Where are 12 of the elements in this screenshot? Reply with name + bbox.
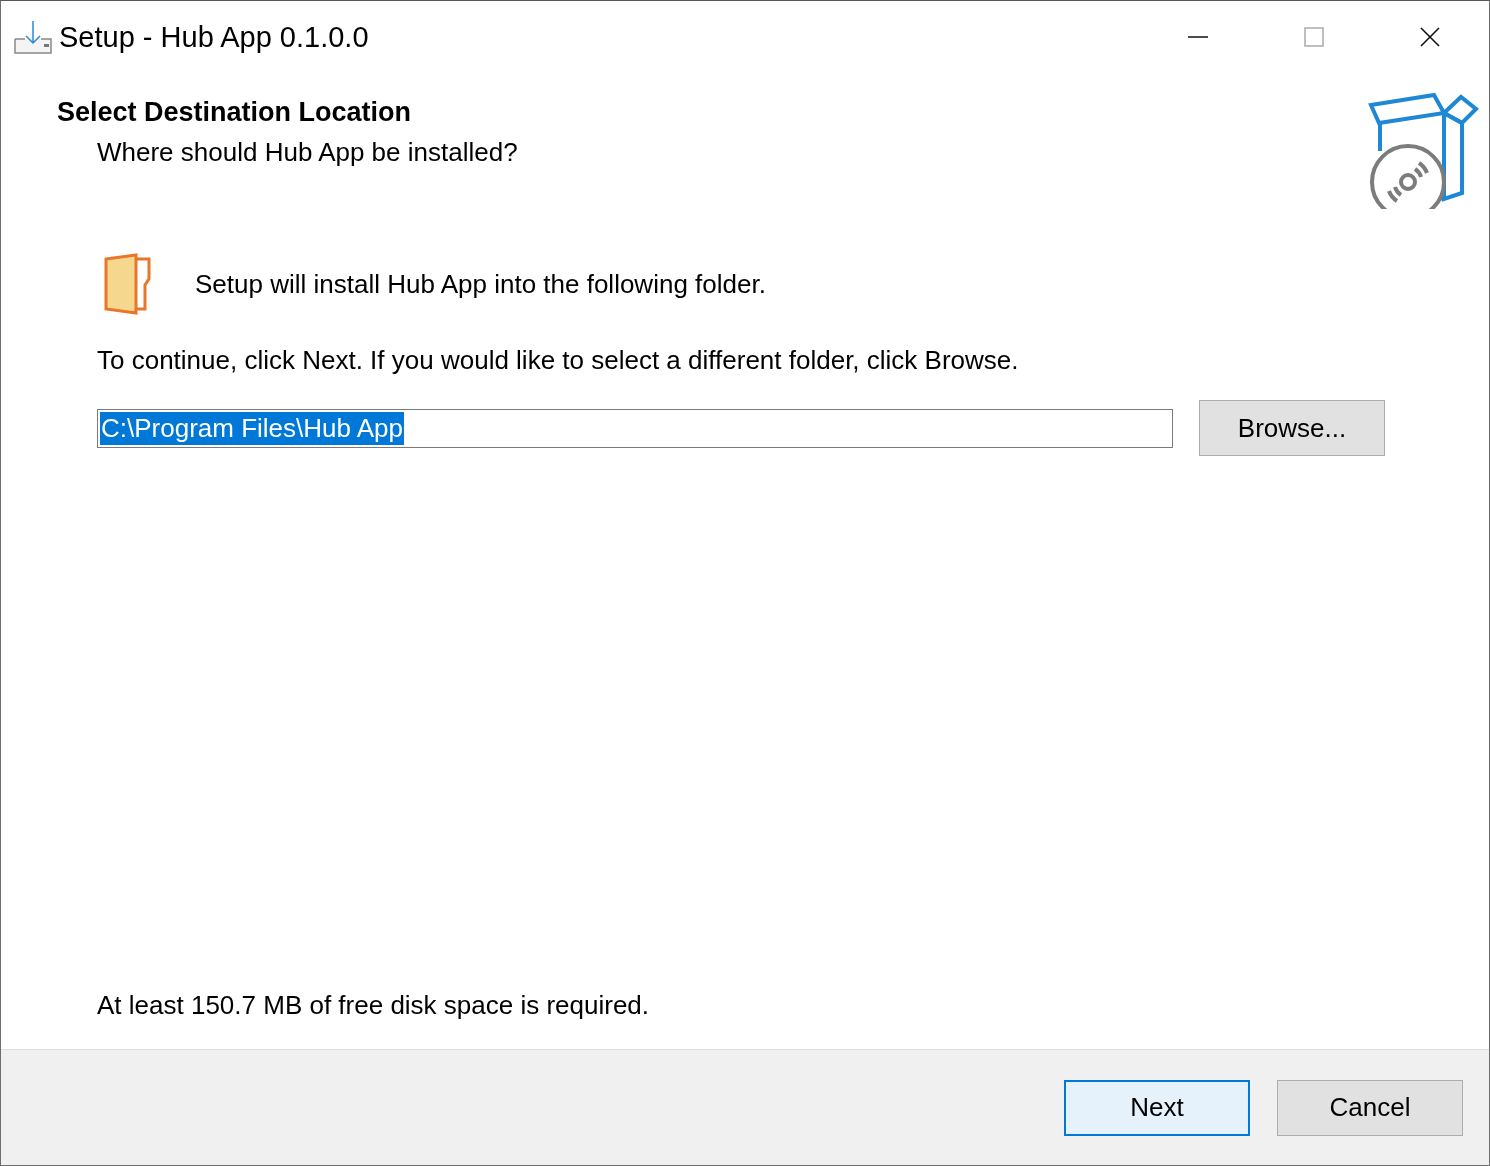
- intro-text: Setup will install Hub App into the following folder.: [195, 268, 766, 300]
- path-input-field[interactable]: C:\Program Files\Hub App: [97, 408, 1173, 448]
- installer-icon: [13, 19, 53, 55]
- next-button[interactable]: Next: [1064, 1079, 1250, 1136]
- disk-space-text: At least 150.7 MB of free disk space is required.: [97, 990, 651, 1021]
- cancel-button[interactable]: Cancel: [1277, 1079, 1463, 1136]
- window-title: Setup - Hub App 0.1.0.0: [59, 20, 369, 54]
- page-subtitle: Where should Hub App be installed?: [96, 137, 518, 168]
- close-icon[interactable]: [1419, 26, 1441, 48]
- instruction-text: To continue, click Next. If you would like to select a different folder, click Browse.: [97, 345, 1020, 376]
- browse-button[interactable]: Browse...: [1199, 400, 1385, 456]
- page-heading: Select Destination Location: [57, 97, 413, 128]
